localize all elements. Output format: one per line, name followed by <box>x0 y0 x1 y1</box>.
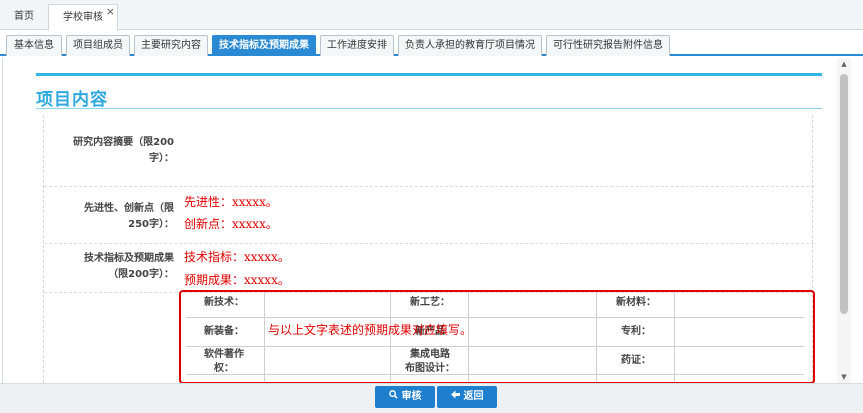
tab-members[interactable]: 项目组成员 <box>66 35 130 56</box>
label-line: 技术指标及预期成果 <box>84 253 174 264</box>
tab-label: 工作进度安排 <box>327 40 387 51</box>
innovation-text-2: 创新点：xxxxx。 <box>184 217 278 231</box>
app-root: 首页 学校审核 × 基本信息 项目组成员 主要研究内容 技术指标及预期成果 工作… <box>0 0 863 413</box>
scroll-up-icon[interactable]: ▲ <box>837 58 851 70</box>
scroll-down-icon[interactable]: ▼ <box>837 371 851 383</box>
tab-home-label: 首页 <box>14 11 34 22</box>
window-tab-bar: 首页 学校审核 × <box>0 0 863 31</box>
review-button[interactable]: 审核 <box>375 386 435 408</box>
tab-leader-projects[interactable]: 负责人承担的教育厅项目情况 <box>398 35 542 56</box>
indicator-text-2: 预期成果：xxxxx。 <box>184 273 290 287</box>
innovation-text-1: 先进性：xxxxx。 <box>184 195 278 209</box>
vertical-scrollbar[interactable]: ▲ ▼ <box>837 58 851 383</box>
field-label-innovation: 先进性、创新点（限 250字）： <box>44 201 182 233</box>
tab-label: 技术指标及预期成果 <box>219 40 309 51</box>
tab-label: 负责人承担的教育厅项目情况 <box>405 40 535 51</box>
tab-basic-info[interactable]: 基本信息 <box>6 35 62 56</box>
divider <box>36 73 822 76</box>
tab-label: 基本信息 <box>14 40 54 51</box>
label-line: 250字）： <box>128 219 174 230</box>
back-button[interactable]: 返回 <box>437 386 497 408</box>
label-line: 先进性、创新点（限 <box>84 203 174 214</box>
tab-tech-indicators[interactable]: 技术指标及预期成果 <box>212 35 316 56</box>
annotation-note: 与以上文字表述的预期成果对应填写。 <box>268 323 473 337</box>
tab-schedule[interactable]: 工作进度安排 <box>320 35 394 56</box>
tab-feasibility-attachments[interactable]: 可行性研究报告附件信息 <box>546 35 670 56</box>
tab-school-review[interactable]: 学校审核 × <box>48 4 118 31</box>
label-line: （限200字）： <box>108 269 174 280</box>
tab-label: 主要研究内容 <box>141 40 201 51</box>
label-line: 研究内容摘要（限200 <box>73 137 174 148</box>
tab-school-review-label: 学校审核 <box>63 12 103 23</box>
divider <box>36 108 822 109</box>
content-tab-bar: 基本信息 项目组成员 主要研究内容 技术指标及预期成果 工作进度安排 负责人承担… <box>0 32 863 56</box>
search-icon <box>388 386 398 408</box>
field-label-indicators: 技术指标及预期成果 （限200字）： <box>44 251 182 283</box>
close-icon[interactable]: × <box>106 0 115 25</box>
back-button-label: 返回 <box>463 391 484 402</box>
label-line: 字）： <box>149 153 174 164</box>
section-title: 项目内容 <box>36 90 108 110</box>
review-button-label: 审核 <box>401 391 422 402</box>
field-label-summary: 研究内容摘要（限200 字）： <box>44 135 182 167</box>
row-divider <box>44 186 814 187</box>
row-divider <box>44 243 814 244</box>
tab-label: 项目组成员 <box>73 40 123 51</box>
arrow-left-icon <box>450 386 460 408</box>
tab-label: 可行性研究报告附件信息 <box>553 40 663 51</box>
tab-home[interactable]: 首页 <box>4 4 44 30</box>
indicator-text-1: 技术指标：xxxxx。 <box>184 250 290 264</box>
tab-research-content[interactable]: 主要研究内容 <box>134 35 208 56</box>
scrollbar-thumb[interactable] <box>840 74 848 314</box>
